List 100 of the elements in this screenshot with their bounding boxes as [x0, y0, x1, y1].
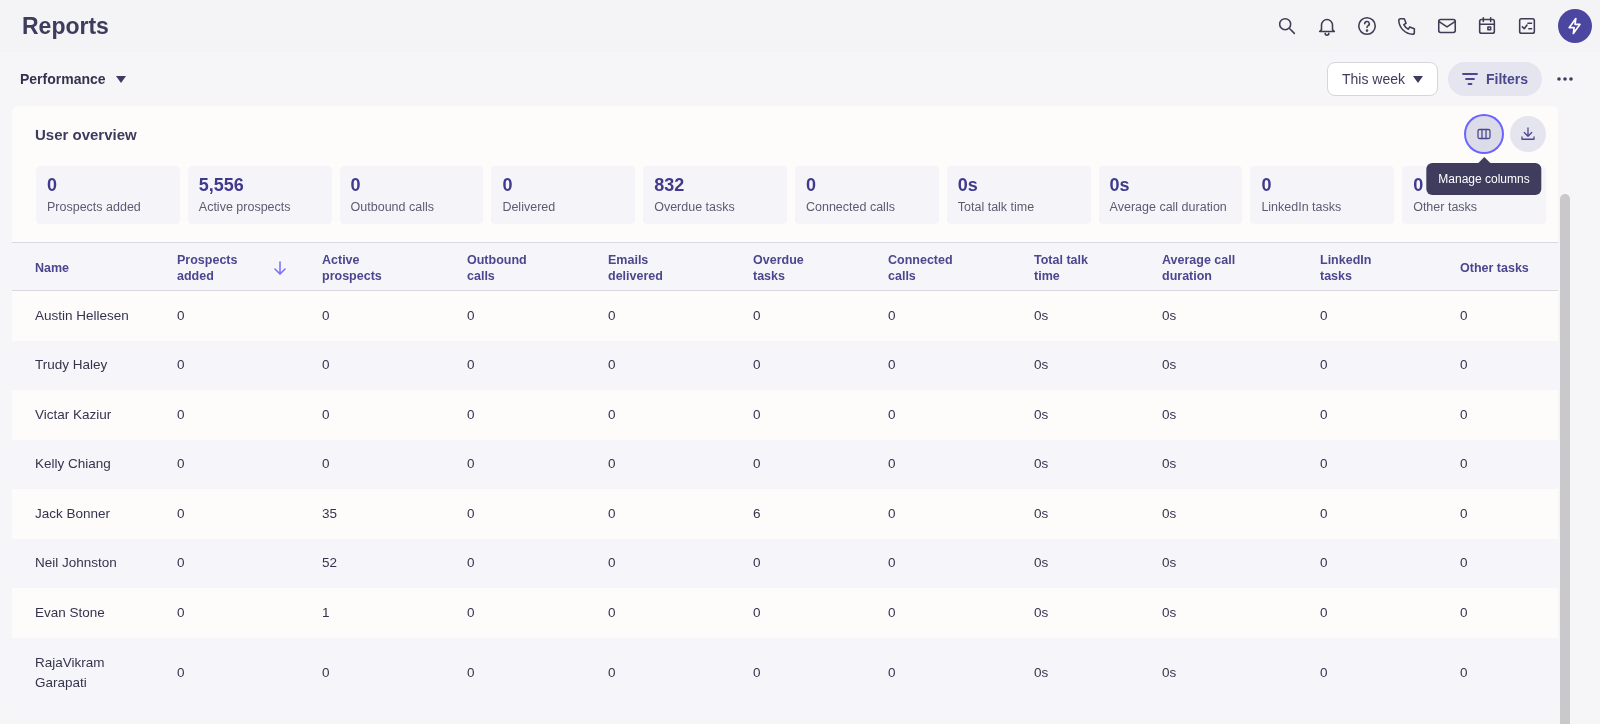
table-cell: 0 — [608, 604, 616, 620]
column-header[interactable]: Active prospects — [322, 251, 402, 284]
stat-label: Overdue tasks — [654, 200, 735, 214]
table-cell: 0s — [1162, 604, 1177, 620]
table-cell: 0 — [1320, 664, 1328, 680]
table-cell: 0 — [177, 307, 185, 323]
column-header[interactable]: Prospects added — [177, 251, 287, 284]
table-cell: 0 — [888, 406, 896, 422]
table-cell: 0s — [1034, 456, 1049, 472]
table-cell: 0 — [1320, 307, 1328, 323]
table-cell: 0 — [177, 357, 185, 373]
sort-arrow-icon — [273, 260, 287, 275]
table-cell: 0 — [753, 664, 761, 680]
column-header[interactable]: Outbound calls — [467, 251, 547, 284]
table-cell: 0 — [322, 307, 330, 323]
download-button[interactable] — [1510, 116, 1546, 152]
column-header[interactable]: Total talk time — [1034, 251, 1114, 284]
report-selector[interactable]: Performance — [20, 71, 126, 87]
table-cell: 0 — [322, 357, 330, 373]
column-header[interactable]: Average call duration — [1162, 251, 1242, 284]
more-icon — [1557, 77, 1573, 81]
table-cell: 0 — [753, 357, 761, 373]
column-header[interactable]: Emails delivered — [608, 251, 688, 284]
table-cell: 0 — [753, 456, 761, 472]
table-cell: 0 — [1460, 604, 1468, 620]
table-cell: 0s — [1034, 307, 1049, 323]
table-cell: 0 — [888, 307, 896, 323]
table-cell: 0 — [1460, 664, 1468, 680]
stat-value: 0s — [1109, 174, 1130, 196]
table-cell: 0 — [1460, 555, 1468, 571]
stat-label: Delivered — [502, 200, 556, 214]
table-cell: 0 — [177, 664, 185, 680]
table-cell: 0s — [1034, 357, 1049, 373]
table-cell: 0 — [608, 307, 616, 323]
table-cell: 0 — [608, 456, 616, 472]
table-cell: 0 — [467, 357, 475, 373]
table-cell: 0 — [888, 505, 896, 521]
table-cell: 0 — [177, 406, 185, 422]
stat-value: 0 — [806, 174, 816, 196]
table-cell: 0 — [1320, 555, 1328, 571]
table-cell: 0 — [888, 664, 896, 680]
table-cell: 0 — [888, 357, 896, 373]
user-name: RajaVikram Garapati — [35, 653, 106, 692]
caret-icon — [115, 75, 126, 83]
table-cell: 1 — [322, 604, 330, 620]
column-header[interactable]: Connected calls — [888, 251, 968, 284]
table-cell: 0 — [1320, 456, 1328, 472]
table-cell: 0 — [888, 604, 896, 620]
table-cell: 0 — [1320, 604, 1328, 620]
card-title: User overview — [35, 125, 138, 143]
scrollbar-thumb[interactable] — [1560, 194, 1570, 724]
column-header[interactable]: Name — [35, 259, 115, 276]
stat-value: 0 — [1261, 174, 1272, 196]
table-cell: 0 — [608, 406, 616, 422]
stat-label: Active prospects — [198, 200, 291, 214]
user-name: Trudy Haley — [35, 356, 109, 375]
column-header[interactable]: Overdue tasks — [753, 251, 833, 284]
table-cell: 0 — [888, 555, 896, 571]
table-cell: 0 — [1460, 307, 1468, 323]
table-cell: 0 — [322, 456, 330, 472]
table-cell: 0 — [322, 664, 330, 680]
stat-value: 0 — [47, 174, 57, 196]
table-cell: 0 — [467, 406, 475, 422]
stat-label: Connected calls — [806, 200, 895, 214]
stat-label: Other tasks — [1413, 200, 1478, 214]
tooltip: Manage columns — [1426, 157, 1542, 195]
table-cell: 0 — [608, 555, 616, 571]
table-cell: 0s — [1162, 456, 1177, 472]
stat-label: Prospects added — [47, 200, 141, 214]
stat-label: Outbound calls — [350, 200, 434, 214]
table-cell: 6 — [753, 505, 761, 521]
stat-value: 0s — [957, 174, 978, 196]
table-cell: 0 — [1320, 406, 1328, 422]
stat-value: 0 — [502, 174, 513, 196]
table-cell: 0 — [467, 307, 475, 323]
user-name: Evan Stone — [35, 603, 106, 622]
table-cell: 0 — [467, 505, 475, 521]
table-cell: 0s — [1034, 555, 1049, 571]
user-name: Austin Hellesen — [35, 306, 130, 325]
table-cell: 0 — [467, 456, 475, 472]
table-cell: 0s — [1034, 406, 1049, 422]
table-cell: 0 — [1460, 456, 1468, 472]
table-cell: 0 — [1460, 505, 1468, 521]
table-cell: 0 — [608, 664, 616, 680]
table-cell: 0 — [177, 456, 185, 472]
table-cell: 0s — [1162, 505, 1177, 521]
column-header[interactable]: LinkedIn tasks — [1320, 251, 1400, 284]
lightning-button[interactable] — [1558, 9, 1592, 43]
table-cell: 52 — [322, 555, 338, 571]
table-cell: 0 — [888, 456, 896, 472]
date-range-dropdown[interactable]: This week — [1326, 62, 1438, 96]
table-cell: 0s — [1162, 555, 1177, 571]
table-cell: 0 — [1320, 357, 1328, 373]
column-header[interactable]: Other tasks — [1460, 259, 1540, 276]
user-name: Kelly Chiang — [35, 455, 112, 474]
table-cell: 0s — [1034, 505, 1049, 521]
page-title: Reports — [22, 12, 110, 40]
user-name: Jack Bonner — [35, 504, 112, 523]
table-cell: 0 — [753, 604, 761, 620]
filters-button[interactable]: Filters — [1448, 62, 1542, 96]
